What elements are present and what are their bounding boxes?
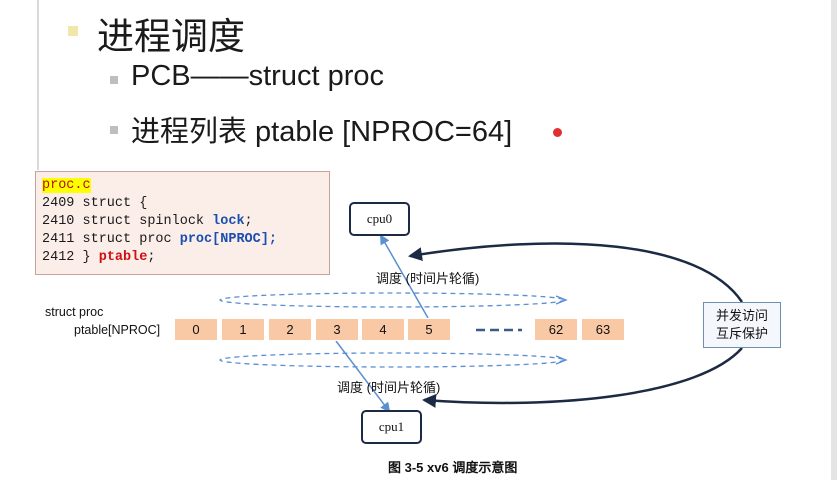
figure-caption: 图 3-5 xv6 调度示意图 xyxy=(388,460,518,475)
side-box-line-2: 互斥保护 xyxy=(715,326,768,341)
struct-proc-label: struct proc xyxy=(45,305,104,319)
ptable-cell: 3 xyxy=(315,318,359,341)
cpu1-box: cpu1 xyxy=(361,410,422,444)
ptable-cell: 1 xyxy=(221,318,265,341)
round-robin-ellipse-top xyxy=(219,292,565,308)
schedule-label-bottom: 调度 (时间片轮循) xyxy=(337,380,441,395)
ptable-cell: 4 xyxy=(361,318,405,341)
round-robin-arrowhead-top xyxy=(555,295,568,305)
ptable-cell: 62 xyxy=(534,318,578,341)
schedule-label-top: 调度 (时间片轮循) xyxy=(376,271,480,286)
ptable-label: ptable[NPROC] xyxy=(74,323,161,337)
side-box-line-1: 并发访问 xyxy=(715,308,768,323)
concurrent-access-curve-bottom xyxy=(422,347,743,408)
round-robin-arrowhead-bottom xyxy=(555,355,568,365)
diagram-arrows xyxy=(219,234,744,413)
cpu0-box: cpu0 xyxy=(349,202,410,236)
ptable-cell: 0 xyxy=(174,318,218,341)
round-robin-ellipse-bottom xyxy=(219,352,565,368)
ptable-cell: 63 xyxy=(581,318,625,341)
ptable-cell: 2 xyxy=(268,318,312,341)
ptable-cell: 5 xyxy=(407,318,451,341)
mutex-protection-box: 并发访问 互斥保护 xyxy=(703,302,781,348)
schedule-arrow-cpu1 xyxy=(335,340,391,413)
